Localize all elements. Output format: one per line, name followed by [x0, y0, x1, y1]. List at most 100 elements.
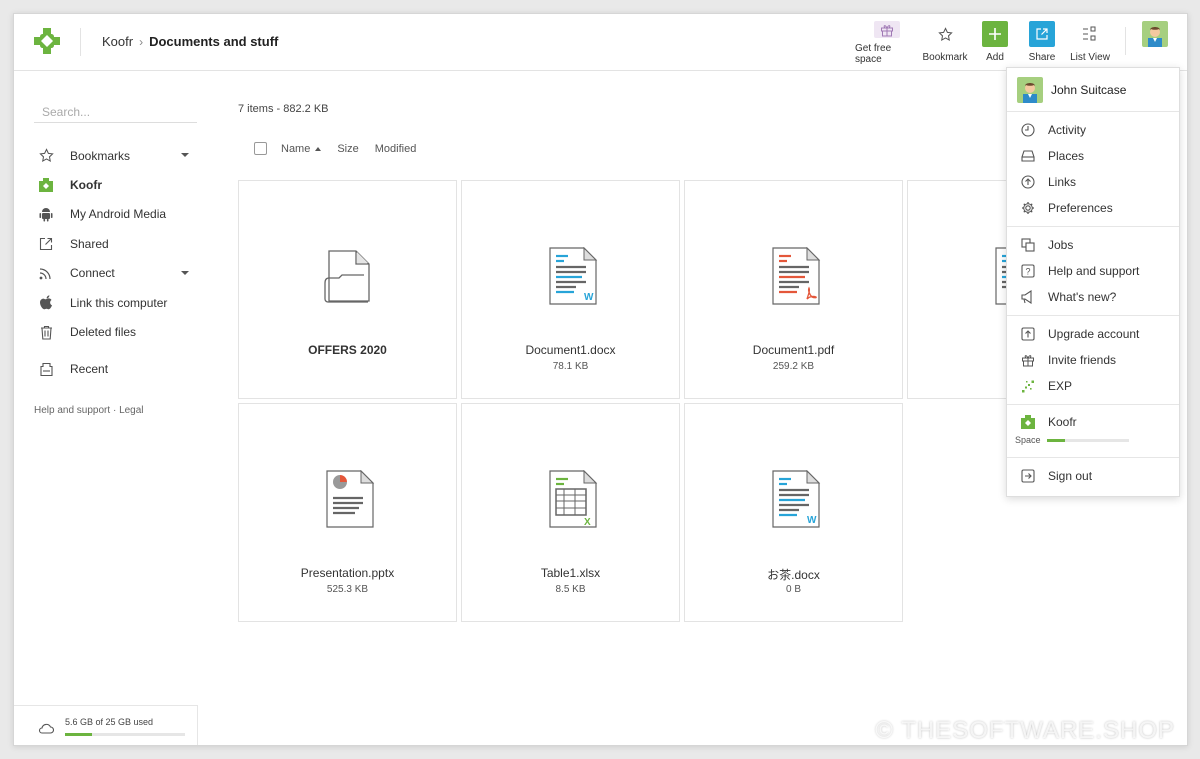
chevron-down-icon[interactable] — [181, 153, 189, 157]
file-size: 259.2 KB — [772, 361, 815, 372]
sidebar-item-label: Shared — [70, 236, 109, 251]
toolbar-label: Add — [986, 52, 1004, 63]
toolbar-label: List View — [1070, 52, 1110, 63]
header-divider — [80, 28, 81, 56]
menu-label: Places — [1048, 149, 1085, 163]
app-window: Koofr › Documents and stuff Get free spa… — [13, 13, 1188, 746]
chevron-right-icon: › — [139, 34, 144, 49]
watermark: © THESOFTWARE.SHOP — [875, 717, 1175, 744]
space-label: Space — [1015, 435, 1041, 445]
file-name: Table1.xlsx — [540, 566, 601, 580]
add-button[interactable]: Add — [971, 21, 1019, 65]
toolbar-divider — [1125, 27, 1126, 55]
space-bar-fill — [1047, 439, 1066, 442]
cloud-icon — [38, 723, 54, 734]
legal-link[interactable]: Legal — [119, 405, 143, 416]
menu-item-sign-out[interactable]: Sign out — [1007, 463, 1179, 489]
menu-item-activity[interactable]: Activity — [1007, 117, 1179, 143]
menu-label: Help and support — [1048, 264, 1140, 278]
file-tile[interactable]: W お茶.docx 0 B — [684, 403, 903, 622]
sidebar-item-deleted[interactable]: Deleted files — [34, 317, 197, 346]
get-free-space-button[interactable]: Get free space — [855, 21, 919, 65]
menu-item-places[interactable]: Places — [1007, 143, 1179, 169]
jobs-icon — [1021, 238, 1035, 252]
menu-item-links[interactable]: Links — [1007, 169, 1179, 195]
menu-item-exp[interactable]: EXP — [1007, 373, 1179, 399]
top-bar: Koofr › Documents and stuff Get free spa… — [14, 14, 1187, 71]
file-tile[interactable]: Presentation.pptx 525.3 KB — [238, 403, 457, 622]
dropdown-user[interactable]: John Suitcase — [1007, 68, 1179, 112]
column-label: Size — [337, 142, 359, 155]
storage-bar — [65, 733, 185, 736]
file-tile[interactable]: Document1.pdf 259.2 KB — [684, 180, 903, 399]
gear-icon — [1021, 201, 1035, 215]
sidebar-item-connect[interactable]: Connect — [34, 259, 197, 288]
select-all-checkbox[interactable] — [254, 142, 267, 155]
space-usage[interactable]: Koofr Space — [1007, 405, 1179, 458]
breadcrumb-root[interactable]: Koofr — [102, 34, 133, 49]
share-button[interactable]: Share — [1019, 21, 1065, 65]
menu-label: Sign out — [1048, 469, 1093, 483]
koofr-icon — [1021, 415, 1035, 429]
share-icon — [1029, 21, 1055, 47]
svg-text:W: W — [807, 515, 817, 526]
avatar — [1142, 21, 1168, 47]
menu-label: Preferences — [1048, 201, 1113, 215]
storage-text: 5.6 GB of 25 GB used — [65, 717, 154, 727]
sign-out-icon — [1021, 469, 1035, 483]
clock-icon — [1021, 123, 1035, 137]
spreadsheet-document-icon: X — [549, 470, 598, 528]
breadcrumb: Koofr › Documents and stuff — [102, 34, 278, 49]
menu-item-preferences[interactable]: Preferences — [1007, 195, 1179, 221]
sidebar-item-label: Bookmarks — [70, 148, 131, 163]
sidebar-item-bookmarks[interactable]: Bookmarks — [34, 141, 197, 170]
sidebar-item-label: Deleted files — [70, 325, 137, 340]
file-tile[interactable]: X Table1.xlsx 8.5 KB — [461, 403, 680, 622]
menu-item-upgrade[interactable]: Upgrade account — [1007, 321, 1179, 347]
sidebar-item-shared[interactable]: Shared — [34, 229, 197, 258]
help-link[interactable]: Help and support — [34, 405, 110, 416]
sidebar-item-koofr[interactable]: Koofr — [34, 170, 197, 199]
file-tile[interactable]: OFFERS 2020 — [238, 180, 457, 399]
sort-size[interactable]: Size — [337, 143, 358, 155]
pdf-document-icon — [772, 247, 821, 305]
word-document-icon: W — [772, 470, 821, 528]
sidebar-item-link-computer[interactable]: Link this computer — [34, 288, 197, 317]
menu-label: Links — [1048, 175, 1077, 189]
chevron-down-icon[interactable] — [181, 270, 189, 275]
file-size: 525.3 KB — [326, 584, 369, 595]
items-summary: 7 items - 882.2 KB — [238, 103, 329, 115]
menu-item-help[interactable]: ? Help and support — [1007, 258, 1179, 284]
plus-icon — [982, 21, 1008, 47]
space-koofr[interactable]: Koofr — [1007, 409, 1179, 435]
gift-icon — [1021, 353, 1035, 367]
cloud-upload-icon — [1021, 175, 1035, 189]
file-tile[interactable]: W Document1.docx 78.1 KB — [461, 180, 680, 399]
svg-text:?: ? — [1025, 267, 1030, 277]
toolbar-label: Share — [1028, 52, 1056, 63]
storage-usage[interactable]: 5.6 GB of 25 GB used — [14, 705, 198, 745]
file-size: 78.1 KB — [552, 361, 589, 372]
user-menu-button[interactable] — [1142, 21, 1168, 65]
word-document-icon: W — [549, 247, 598, 305]
upgrade-icon — [1021, 327, 1035, 341]
sidebar-item-label: Koofr — [70, 178, 102, 193]
koofr-logo[interactable] — [34, 28, 60, 54]
bookmark-button[interactable]: Bookmark — [919, 21, 971, 65]
list-view-button[interactable]: List View — [1065, 21, 1115, 65]
file-size: 8.5 KB — [555, 584, 586, 595]
menu-item-invite[interactable]: Invite friends — [1007, 347, 1179, 373]
star-icon — [932, 21, 958, 47]
sidebar-item-android[interactable]: My Android Media — [34, 200, 197, 229]
sort-modified[interactable]: Modified — [375, 143, 417, 155]
search-input[interactable] — [34, 101, 197, 123]
sidebar-item-recent[interactable]: Recent — [34, 355, 197, 384]
rss-icon — [38, 265, 54, 281]
sidebar-item-label: My Android Media — [70, 207, 167, 222]
star-icon — [38, 148, 54, 164]
menu-item-jobs[interactable]: Jobs — [1007, 232, 1179, 258]
sort-name[interactable]: Name — [281, 143, 322, 155]
menu-item-whats-new[interactable]: What's new? — [1007, 284, 1179, 310]
sort-asc-icon — [315, 146, 322, 151]
user-name: John Suitcase — [1051, 82, 1127, 97]
